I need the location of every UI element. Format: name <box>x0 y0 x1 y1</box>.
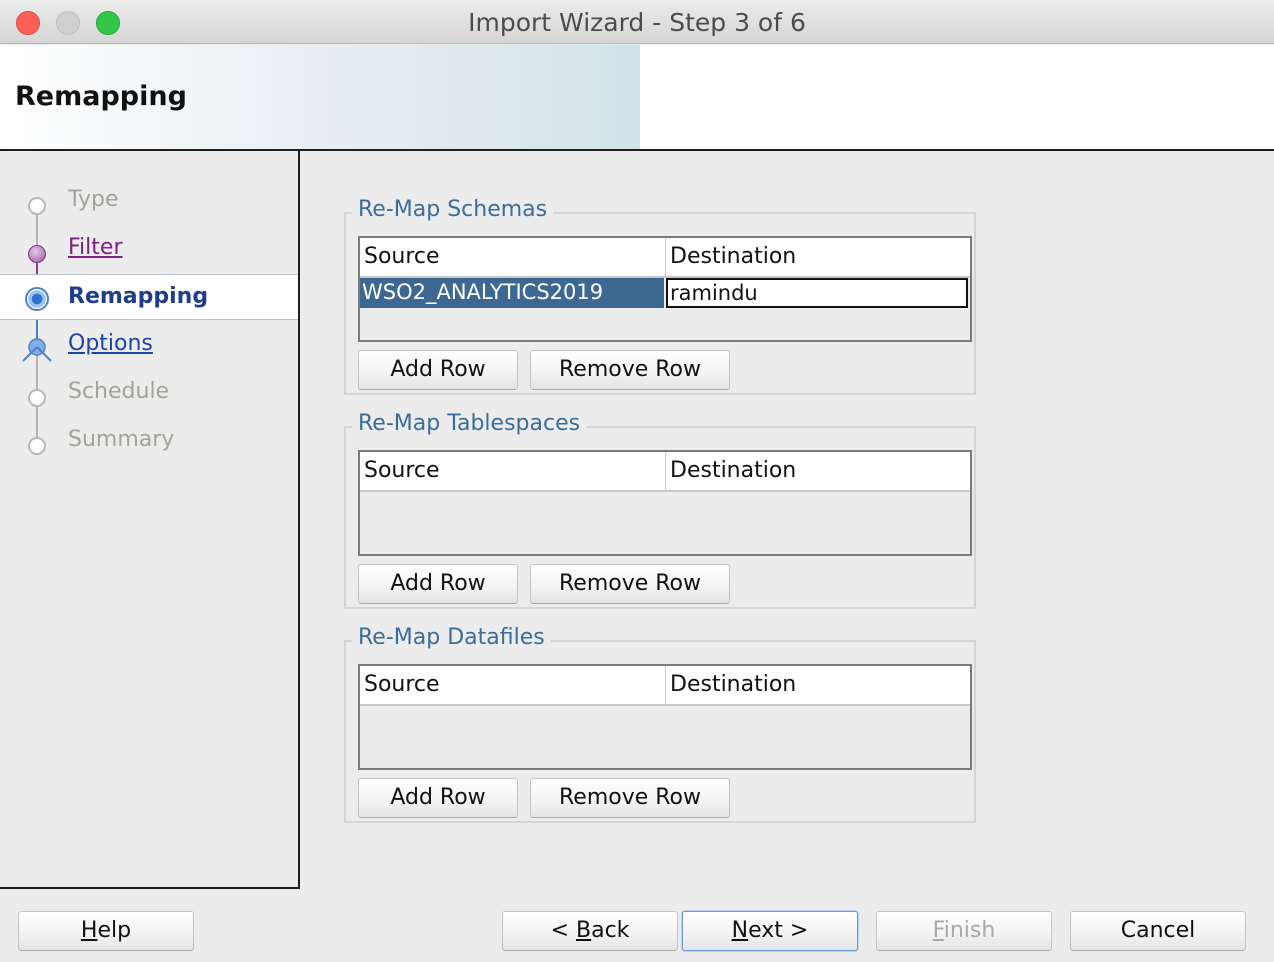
finish-mnemonic: F <box>932 918 944 943</box>
next-button[interactable]: Next > <box>682 911 858 951</box>
page-title: Remapping <box>15 81 187 112</box>
back-mnemonic: B <box>576 918 592 943</box>
schema-source-cell[interactable]: WSO2_ANALYTICS2019 <box>360 278 664 308</box>
table-row[interactable]: WSO2_ANALYTICS2019 ramindu <box>360 278 970 310</box>
remap-tablespaces-group: Re-Map Tablespaces Source Destination Ad… <box>344 411 976 609</box>
remap-schemas-group: Re-Map Schemas Source Destination WSO2_A… <box>344 197 976 395</box>
nav-step-remapping: Remapping <box>0 274 298 320</box>
schema-destination-input[interactable]: ramindu <box>666 278 968 308</box>
next-mnemonic: N <box>731 918 749 943</box>
window-titlebar: Import Wizard - Step 3 of 6 <box>0 0 1274 44</box>
remap-datafiles-group: Re-Map Datafiles Source Destination Add … <box>344 625 976 823</box>
step-visited-icon <box>28 245 46 263</box>
group-title: Re-Map Tablespaces <box>352 411 587 436</box>
group-title: Re-Map Datafiles <box>352 625 551 650</box>
help-button[interactable]: Help <box>18 911 194 951</box>
nav-step-label[interactable]: Filter <box>68 235 122 260</box>
column-header-source[interactable]: Source <box>360 452 666 490</box>
nav-step-options[interactable]: Options <box>0 323 298 369</box>
column-header-destination[interactable]: Destination <box>665 238 970 276</box>
step-pending-icon <box>28 197 46 215</box>
wizard-step-nav: Type Filter Remapping Options Schedule S… <box>0 151 300 889</box>
nav-step-label: Type <box>68 187 119 212</box>
nav-step-type: Type <box>0 179 298 225</box>
help-mnemonic: H <box>80 918 98 943</box>
nav-step-label: Schedule <box>68 379 170 404</box>
nav-step-label[interactable]: Options <box>68 331 153 356</box>
column-header-source[interactable]: Source <box>360 238 666 276</box>
finish-label: inish <box>943 918 996 943</box>
step-current-icon <box>25 287 49 311</box>
finish-button[interactable]: Finish <box>876 911 1052 951</box>
wizard-header: Remapping <box>0 45 1274 151</box>
nav-step-summary: Summary <box>0 419 298 465</box>
back-prefix: < <box>550 918 576 943</box>
datafiles-table[interactable]: Source Destination <box>358 664 972 770</box>
nav-step-label: Remapping <box>68 284 209 309</box>
table-header: Source Destination <box>360 238 970 278</box>
step-pending-icon <box>28 389 46 407</box>
back-button[interactable]: < Back <box>502 911 678 951</box>
datafiles-add-row-button[interactable]: Add Row <box>358 778 518 818</box>
schemas-table[interactable]: Source Destination WSO2_ANALYTICS2019 ra… <box>358 236 972 342</box>
group-title: Re-Map Schemas <box>352 197 554 222</box>
cancel-button[interactable]: Cancel <box>1070 911 1246 951</box>
table-header: Source Destination <box>360 666 970 706</box>
table-header: Source Destination <box>360 452 970 492</box>
step-branch-icon <box>22 338 52 362</box>
column-header-source[interactable]: Source <box>360 666 666 704</box>
next-label: ext > <box>748 918 809 943</box>
datafiles-remove-row-button[interactable]: Remove Row <box>530 778 730 818</box>
step-pending-icon <box>28 437 46 455</box>
tablespaces-add-row-button[interactable]: Add Row <box>358 564 518 604</box>
window-title: Import Wizard - Step 3 of 6 <box>468 8 806 37</box>
schemas-remove-row-button[interactable]: Remove Row <box>530 350 730 390</box>
back-label: ack <box>591 918 630 943</box>
nav-step-filter[interactable]: Filter <box>0 227 298 273</box>
help-label: elp <box>97 918 132 943</box>
column-header-destination[interactable]: Destination <box>665 666 970 704</box>
tablespaces-remove-row-button[interactable]: Remove Row <box>530 564 730 604</box>
schemas-add-row-button[interactable]: Add Row <box>358 350 518 390</box>
tablespaces-table[interactable]: Source Destination <box>358 450 972 556</box>
nav-step-schedule: Schedule <box>0 371 298 417</box>
nav-step-label: Summary <box>68 427 175 452</box>
column-header-destination[interactable]: Destination <box>665 452 970 490</box>
